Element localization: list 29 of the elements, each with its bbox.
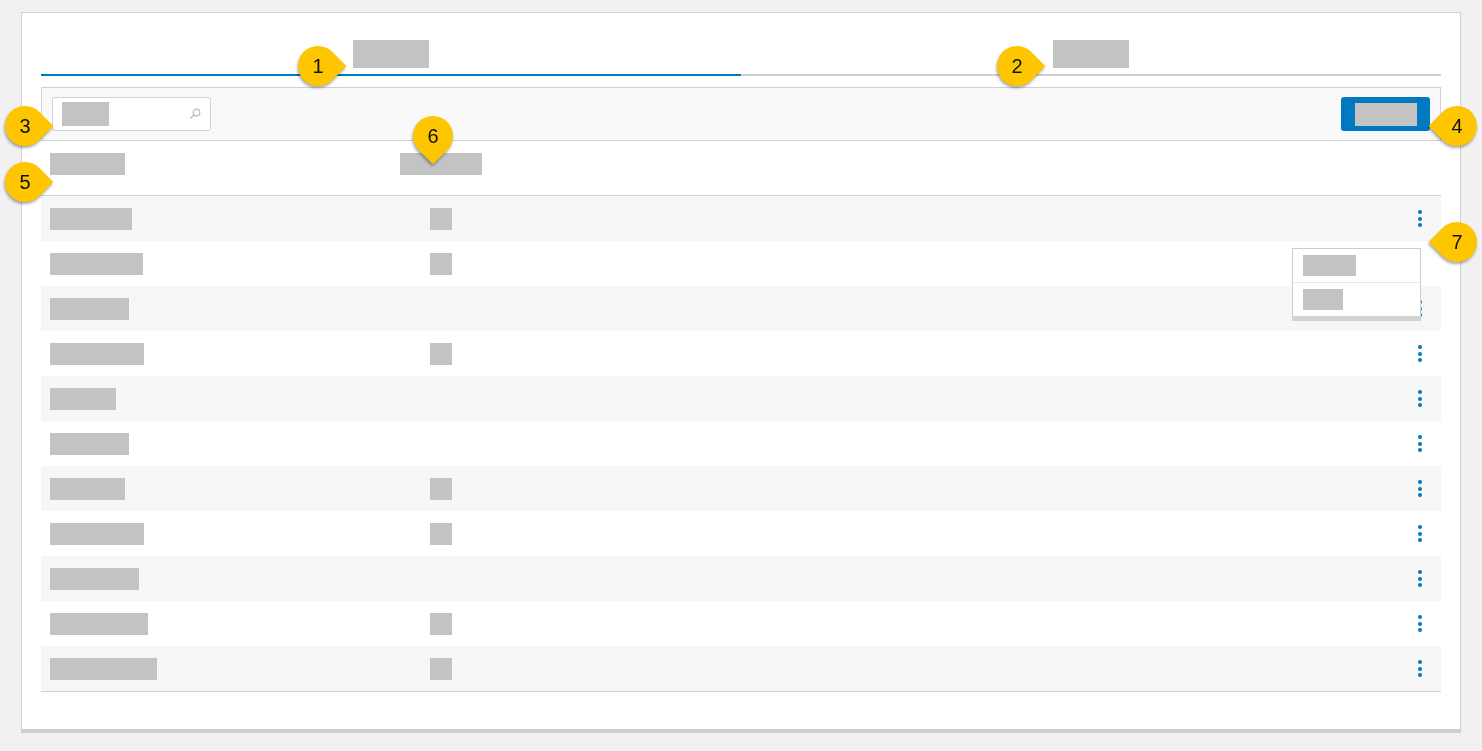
callout-number: 1 (311, 54, 325, 78)
callout-number: 2 (1010, 54, 1024, 78)
more-icon[interactable] (1417, 210, 1423, 227)
more-icon[interactable] (1417, 435, 1423, 452)
redacted-cell (50, 387, 116, 410)
callout-number: 4 (1450, 114, 1464, 138)
callout-number: 3 (18, 114, 32, 138)
more-icon[interactable] (1417, 660, 1423, 677)
search-field[interactable] (52, 97, 211, 131)
callout-number: 5 (18, 170, 32, 194)
redacted-cell (430, 342, 452, 365)
more-icon[interactable] (1417, 615, 1423, 632)
redacted-label (1354, 102, 1417, 126)
redacted-cell (430, 252, 452, 275)
search-icon (189, 108, 201, 120)
redacted-cell (430, 207, 452, 230)
redacted-cell (430, 522, 452, 545)
more-icon[interactable] (1417, 480, 1423, 497)
redacted-placeholder (62, 102, 109, 126)
more-icon[interactable] (1417, 570, 1423, 587)
redacted-cell (430, 477, 452, 500)
callout-number: 7 (1450, 230, 1464, 254)
callout-number: 6 (426, 124, 440, 148)
redacted-cell (430, 657, 452, 680)
primary-button[interactable] (1341, 97, 1430, 131)
redacted-cell (430, 612, 452, 635)
more-icon[interactable] (1417, 525, 1423, 542)
more-icon[interactable] (1417, 345, 1423, 362)
more-icon[interactable] (1417, 390, 1423, 407)
